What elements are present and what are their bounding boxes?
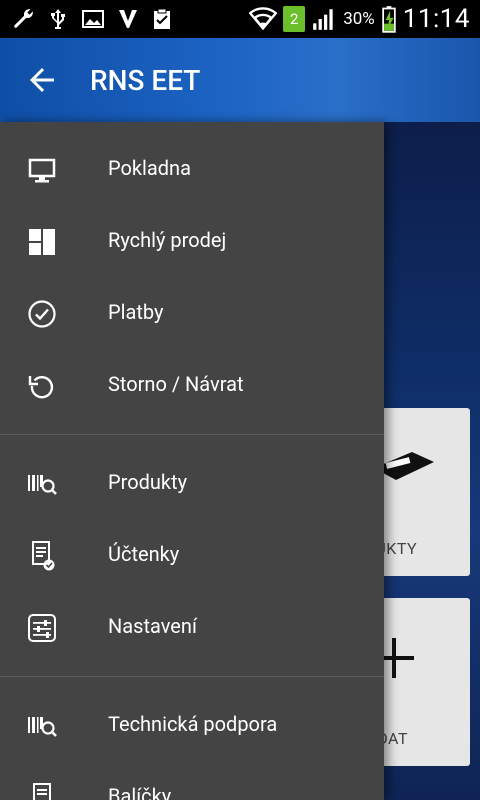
- sliders-icon: [28, 614, 56, 642]
- drawer-item-label: Storno / Návrat: [108, 372, 244, 396]
- drawer-item-pokladna[interactable]: Pokladna: [0, 134, 384, 206]
- receipt-check-icon: [32, 541, 55, 571]
- drawer-item-label: Účtenky: [108, 542, 180, 566]
- app-bar: RNS EET: [0, 38, 480, 122]
- drawer-item-rychly-prodej[interactable]: Rychlý prodej: [0, 206, 384, 278]
- battery-percent: 30%: [343, 9, 375, 29]
- drawer-item-technicka-podpora[interactable]: Technická podpora: [0, 690, 384, 762]
- vee-icon: [119, 10, 137, 28]
- drawer-item-produkty[interactable]: Produkty: [0, 448, 384, 520]
- image-icon: [82, 10, 104, 28]
- drawer-item-uctenky[interactable]: Účtenky: [0, 520, 384, 592]
- sim-badge: 2: [283, 6, 306, 32]
- drawer-divider: [0, 676, 384, 677]
- tiles-icon: [29, 229, 55, 255]
- back-arrow-icon[interactable]: [24, 62, 60, 98]
- page-title: RNS EET: [90, 64, 201, 97]
- drawer-item-storno-navrat[interactable]: Storno / Návrat: [0, 350, 384, 422]
- drawer-item-nastaveni[interactable]: Nastavení: [0, 592, 384, 664]
- clock: 11:14: [402, 4, 470, 34]
- battery-charging-icon: [382, 6, 396, 33]
- drawer-item-label: Technická podpora: [108, 712, 278, 736]
- wifi-icon: [249, 7, 278, 31]
- drawer-item-label: Platby: [108, 300, 164, 324]
- status-bar: 2 30% 11:14: [0, 0, 480, 38]
- barcode-search-icon: [28, 717, 57, 737]
- drawer-item-balicky[interactable]: Balíčky: [0, 762, 384, 800]
- document-icon: [33, 783, 51, 800]
- drawer-item-label: Nastavení: [108, 614, 197, 638]
- drawer-divider: [0, 434, 384, 435]
- clipboard-check-icon: [154, 8, 170, 29]
- navigation-drawer: Pokladna Rychlý prodej Platby Storno / N…: [0, 122, 384, 800]
- drawer-item-label: Balíčky: [108, 784, 172, 800]
- monitor-icon: [28, 158, 56, 183]
- wrench-icon: [14, 9, 33, 28]
- drawer-item-label: Rychlý prodej: [108, 228, 227, 252]
- undo-icon: [28, 376, 54, 399]
- drawer-item-label: Pokladna: [108, 156, 191, 180]
- signal-icon: [313, 9, 333, 30]
- check-circle-icon: [28, 300, 56, 328]
- usb-icon: [51, 9, 65, 29]
- drawer-item-label: Produkty: [108, 470, 188, 494]
- barcode-search-icon: [28, 475, 57, 495]
- drawer-item-platby[interactable]: Platby: [0, 278, 384, 350]
